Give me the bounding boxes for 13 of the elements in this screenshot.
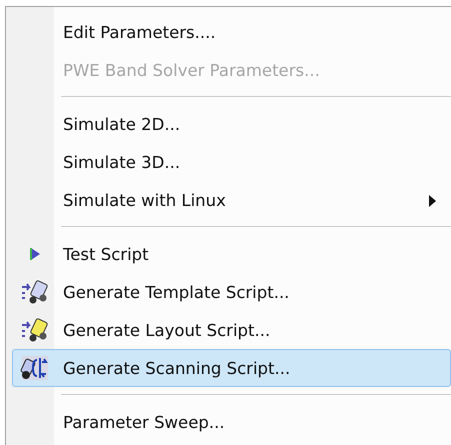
menu-item[interactable]: Edit Parameters.... — [12, 13, 451, 51]
menu-item[interactable]: Generate Scanning Script... — [12, 349, 451, 387]
script-tools-icon — [21, 317, 49, 343]
menu-item[interactable]: Test Script — [12, 235, 451, 273]
scan-script-icon — [20, 354, 50, 382]
menu-item[interactable]: Simulate 2D... — [12, 105, 451, 143]
play-icon — [29, 247, 41, 261]
script-tools-icon — [21, 279, 49, 305]
menu-item[interactable]: Parameter Sweep... — [12, 403, 451, 441]
menu-item[interactable]: Simulate 3D... — [12, 143, 451, 181]
menu-item[interactable]: Simulate with Linux — [12, 181, 451, 219]
menu-item[interactable]: Generate Layout Script... — [12, 311, 451, 349]
menu-item[interactable]: Generate Template Script... — [12, 273, 451, 311]
